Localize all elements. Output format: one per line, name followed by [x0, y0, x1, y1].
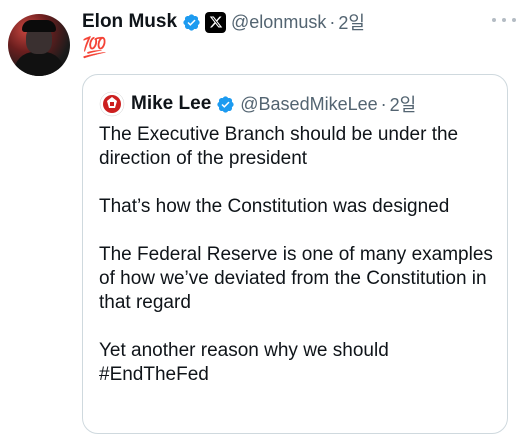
- verified-badge-icon: [216, 95, 235, 114]
- separator-dot: ·: [329, 11, 336, 32]
- avatar-shirt: [14, 52, 64, 76]
- quote-author-handle[interactable]: @BasedMikeLee: [240, 94, 377, 115]
- quote-paragraph: Yet another reason why we should #EndThe…: [99, 340, 389, 385]
- quote-author-name[interactable]: Mike Lee: [131, 93, 211, 115]
- author-name[interactable]: Elon Musk: [82, 11, 177, 33]
- quote-avatar[interactable]: [99, 91, 125, 117]
- tweet[interactable]: Elon Musk @elonmusk · 2일 💯 Mike Lee @Bas…: [0, 0, 530, 434]
- timestamp[interactable]: 2일: [338, 9, 365, 35]
- quote-timestamp[interactable]: 2일: [390, 91, 417, 117]
- avatar[interactable]: [8, 14, 70, 76]
- quote-paragraph: That’s how the Constitution was designed: [99, 196, 450, 217]
- more-dot: [502, 18, 506, 22]
- quote-paragraph: The Executive Branch should be under the…: [99, 124, 459, 169]
- avatar-cap: [22, 20, 56, 32]
- author-handle[interactable]: @elonmusk: [231, 12, 326, 33]
- separator-dot: ·: [380, 93, 387, 114]
- verified-badge-icon: [182, 13, 201, 32]
- quoted-tweet[interactable]: Mike Lee @BasedMikeLee · 2일 The Executiv…: [82, 74, 508, 434]
- quote-paragraph: The Federal Reserve is one of many examp…: [99, 244, 493, 313]
- quote-header: Mike Lee @BasedMikeLee · 2일: [99, 91, 416, 117]
- tweet-header: Elon Musk @elonmusk · 2일: [82, 8, 365, 36]
- x-logo-icon: [205, 11, 227, 33]
- quote-body: The Executive Branch should be under the…: [99, 123, 499, 387]
- more-dot: [512, 18, 516, 22]
- more-options-icon[interactable]: [492, 12, 516, 28]
- more-dot: [492, 18, 496, 22]
- tweet-text: 💯: [82, 37, 107, 59]
